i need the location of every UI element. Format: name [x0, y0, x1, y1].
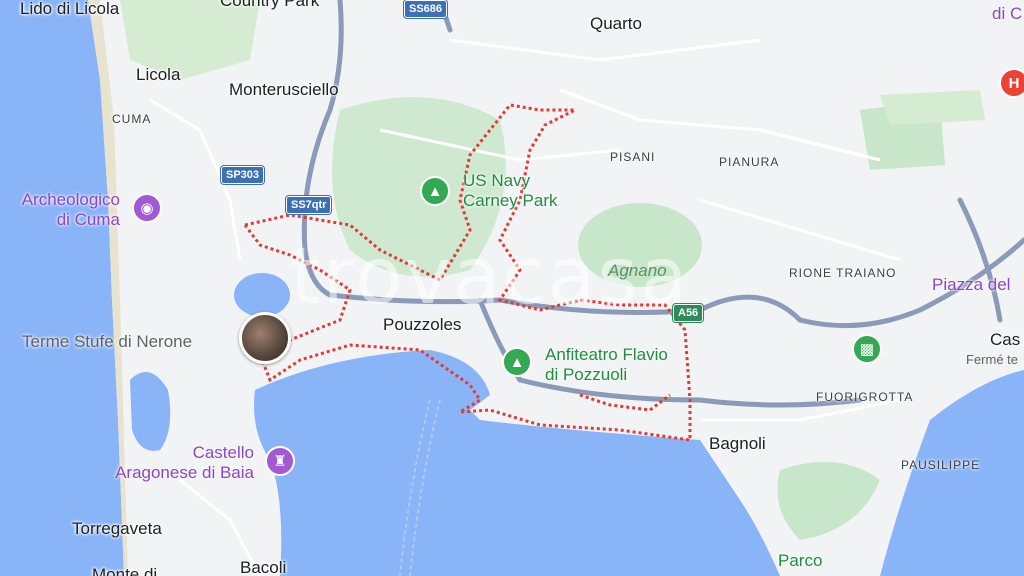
- place-rione-traiano[interactable]: RIONE TRAIANO: [789, 267, 896, 279]
- road-shield-a56: A56: [673, 304, 704, 322]
- poi-archeologico-line2: di Cuma: [56, 209, 120, 229]
- tree-icon[interactable]: ▲: [502, 347, 532, 377]
- poi-castello-line1: Castello: [192, 443, 254, 462]
- place-pisani[interactable]: PISANI: [610, 151, 655, 163]
- place-bagnoli[interactable]: Bagnoli: [709, 435, 766, 452]
- poi-castello-label[interactable]: Castello Aragonese di Baia: [90, 443, 254, 482]
- poi-archeologico-label[interactable]: Archeologico di Cuma: [0, 190, 120, 229]
- map-canvas[interactable]: trovacasa Lido di Licola Country Park Qu…: [0, 0, 1024, 576]
- place-monterusciello[interactable]: Monterusciello: [229, 81, 339, 98]
- poi-us-navy-line2: Carney Park: [463, 190, 558, 210]
- place-country-park[interactable]: Country Park: [220, 0, 319, 9]
- hospital-icon[interactable]: H: [999, 68, 1024, 98]
- place-cas[interactable]: Cas: [990, 331, 1020, 348]
- transit-icon[interactable]: ▩: [852, 334, 882, 364]
- lake-lucrino: [234, 273, 290, 317]
- tree-icon[interactable]: ▲: [420, 176, 450, 206]
- road-shield-sp303: SP303: [221, 166, 265, 184]
- poi-terme-label[interactable]: Terme Stufe di Nerone: [22, 332, 192, 352]
- castle-icon[interactable]: ♜: [265, 446, 295, 476]
- place-bacoli[interactable]: Bacoli: [240, 559, 286, 576]
- place-fuorigrotta[interactable]: FUORIGROTTA: [816, 391, 913, 403]
- place-lido-di-licola[interactable]: Lido di Licola: [20, 0, 119, 17]
- poi-us-navy-line1: US Navy: [463, 171, 531, 190]
- place-pouzzoles[interactable]: Pouzzoles: [383, 316, 461, 333]
- poi-archeologico-line1: Archeologico: [21, 190, 120, 209]
- road-shield-ss7qtr: SS7qtr: [286, 196, 332, 214]
- place-torregaveta[interactable]: Torregaveta: [72, 520, 162, 537]
- photo-pin-icon[interactable]: [239, 312, 291, 364]
- place-di-c[interactable]: di C: [992, 4, 1022, 24]
- place-pianura[interactable]: PIANURA: [719, 156, 779, 168]
- natural-agnano: Agnano: [608, 261, 667, 280]
- place-quarto[interactable]: Quarto: [590, 15, 642, 32]
- road-shield-ss686: SS686: [404, 0, 448, 18]
- poi-anfiteatro-line1: Anfiteatro Flavio: [545, 345, 668, 364]
- place-monte-di[interactable]: Monte di: [92, 566, 157, 576]
- place-licola[interactable]: Licola: [136, 66, 180, 83]
- place-piazza-del[interactable]: Piazza del: [932, 275, 1010, 295]
- poi-anfiteatro-label[interactable]: Anfiteatro Flavio di Pozzuoli: [545, 345, 668, 384]
- place-parco[interactable]: Parco: [778, 551, 822, 571]
- poi-castello-line2: Aragonese di Baia: [115, 462, 254, 482]
- poi-anfiteatro-line2: di Pozzuoli: [545, 364, 628, 384]
- place-ferme: Fermé te: [966, 352, 1019, 367]
- place-posillipo[interactable]: PAUSILIPPE: [901, 459, 980, 471]
- camera-icon[interactable]: ◉: [132, 193, 162, 223]
- place-cuma[interactable]: CUMA: [112, 113, 151, 125]
- poi-us-navy-label[interactable]: US Navy Carney Park: [463, 171, 557, 210]
